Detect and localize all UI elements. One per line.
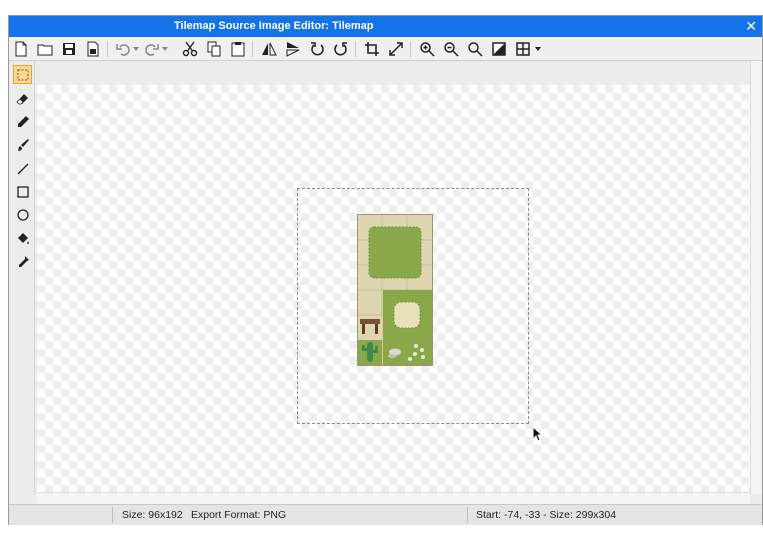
status-bar: Size: 96x192 Export Format: PNG Start: -… <box>9 504 762 525</box>
rotate-right-icon[interactable] <box>332 40 350 58</box>
mouse-cursor-icon <box>532 426 544 442</box>
crop-icon[interactable] <box>363 40 381 58</box>
save-icon[interactable] <box>60 40 78 58</box>
vertical-scrollbar[interactable] <box>750 61 762 494</box>
horizontal-scrollbar[interactable] <box>37 492 750 504</box>
flip-vertical-icon[interactable] <box>284 40 302 58</box>
flip-horizontal-icon[interactable] <box>260 40 278 58</box>
close-icon[interactable]: ✕ <box>745 18 757 35</box>
status-divider <box>112 507 113 523</box>
eraser-icon[interactable] <box>13 89 32 108</box>
brush-icon[interactable] <box>13 135 32 154</box>
zoom-out-icon[interactable] <box>442 40 460 58</box>
redo-icon[interactable] <box>143 40 161 58</box>
new-file-icon[interactable] <box>12 40 30 58</box>
undo-dropdown-icon[interactable] <box>133 45 139 53</box>
resize-icon[interactable] <box>387 40 405 58</box>
status-image-size: Size: 96x192 <box>122 509 183 521</box>
redo-dropdown-icon[interactable] <box>162 45 168 53</box>
save-as-icon[interactable] <box>84 40 102 58</box>
fill-bucket-icon[interactable] <box>13 229 32 248</box>
zoom-fit-icon[interactable] <box>466 40 484 58</box>
rotate-left-icon[interactable] <box>308 40 326 58</box>
pencil-icon[interactable] <box>13 112 32 131</box>
undo-icon[interactable] <box>114 40 132 58</box>
toolbar-separator <box>355 41 356 57</box>
status-selection: Start: -74, -33 - Size: 299x304 <box>476 509 617 521</box>
status-export-format: Export Format: PNG <box>191 509 287 521</box>
paste-icon[interactable] <box>229 40 247 58</box>
grid-dropdown-icon[interactable] <box>535 45 541 53</box>
status-divider <box>467 507 468 523</box>
select-rect-icon[interactable] <box>13 65 32 84</box>
tileset-image <box>357 214 433 366</box>
title-bar: Tilemap Source Image Editor: Tilemap ✕ <box>9 16 762 37</box>
tileset-graphic <box>358 215 432 365</box>
editor-window: Tilemap Source Image Editor: Tilemap ✕ S… <box>8 15 763 525</box>
eyedropper-icon[interactable] <box>13 252 32 271</box>
main-toolbar <box>9 37 762 61</box>
tool-palette <box>9 61 35 494</box>
rectangle-icon[interactable] <box>13 182 32 201</box>
zoom-actual-icon[interactable] <box>490 40 508 58</box>
open-folder-icon[interactable] <box>36 40 54 58</box>
ellipse-icon[interactable] <box>13 205 32 224</box>
window-title: Tilemap Source Image Editor: Tilemap <box>174 20 374 32</box>
grid-icon[interactable] <box>514 40 532 58</box>
toolbar-separator <box>252 41 253 57</box>
cut-icon[interactable] <box>181 40 199 58</box>
zoom-in-icon[interactable] <box>418 40 436 58</box>
toolbar-separator <box>107 41 108 57</box>
copy-icon[interactable] <box>205 40 223 58</box>
line-icon[interactable] <box>13 159 32 178</box>
toolbar-separator <box>410 41 411 57</box>
